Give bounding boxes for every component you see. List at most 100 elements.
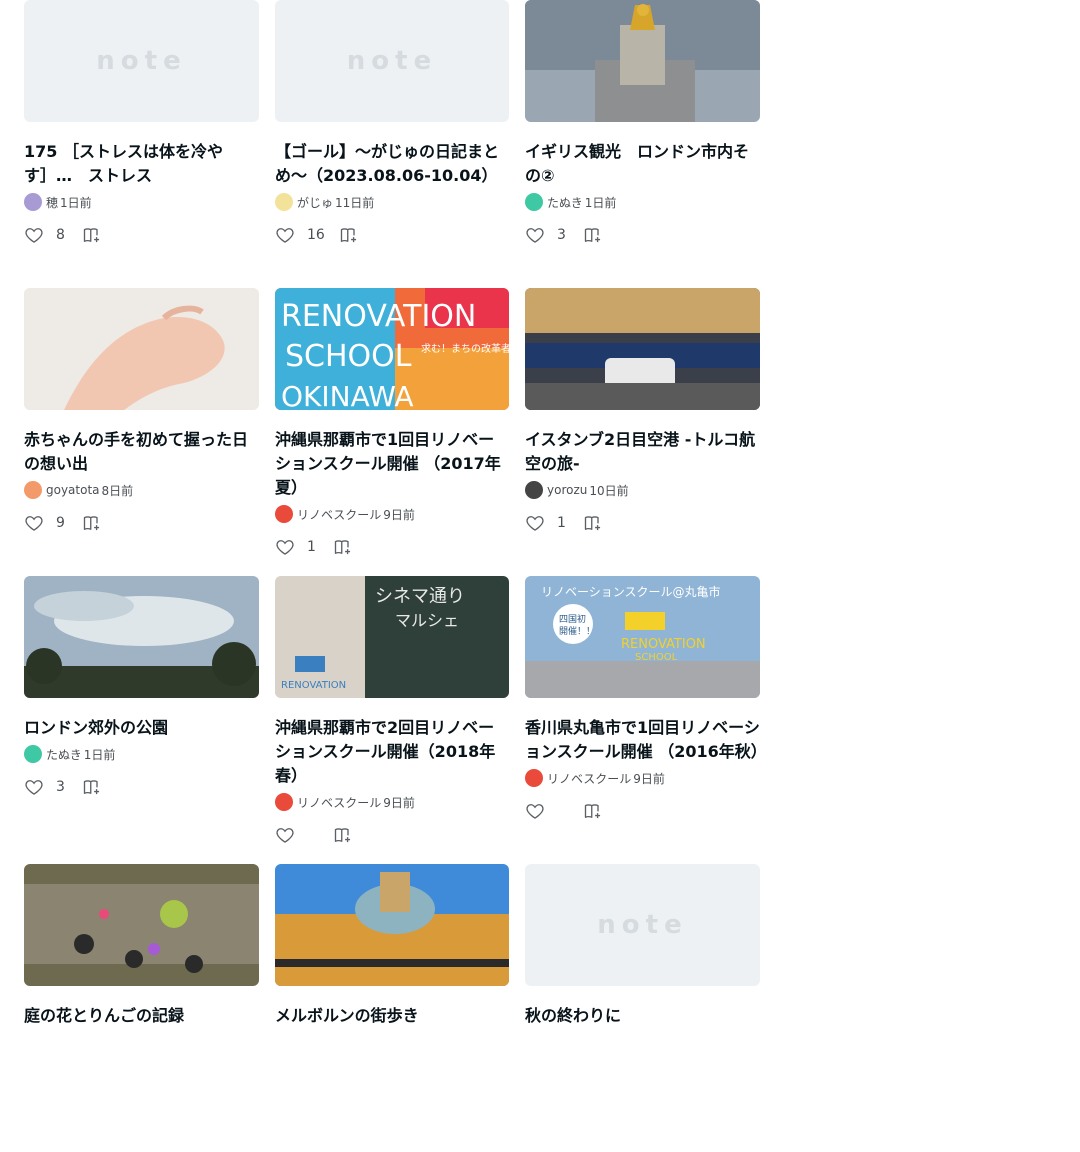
author-avatar[interactable] <box>525 481 543 499</box>
article-card[interactable]: RENOVATION SCHOOL OKINAWA 求む！まちの改革者 沖縄県那… <box>275 288 509 576</box>
article-thumbnail[interactable] <box>275 864 509 986</box>
article-actions <box>275 823 509 847</box>
post-time: 1日前 <box>584 195 617 210</box>
article-title[interactable]: 赤ちゃんの手を初めて握った日の想い出 <box>24 428 259 476</box>
article-thumbnail[interactable]: note <box>525 864 760 986</box>
article-thumbnail[interactable] <box>525 288 760 410</box>
heart-icon[interactable] <box>24 513 44 533</box>
article-card[interactable]: 庭の花とりんごの記録 <box>24 864 259 1152</box>
author-avatar[interactable] <box>525 193 543 211</box>
article-thumbnail[interactable]: note <box>24 0 259 122</box>
svg-text:四国初: 四国初 <box>559 613 586 625</box>
article-actions: 9 <box>24 511 259 535</box>
post-time: 11日前 <box>335 195 375 210</box>
article-thumbnail[interactable] <box>24 864 259 986</box>
author-avatar[interactable] <box>525 769 543 787</box>
author-name[interactable]: yorozu <box>547 483 587 497</box>
author-name[interactable]: たぬき <box>46 746 82 763</box>
article-thumbnail[interactable]: RENOVATION SCHOOL OKINAWA 求む！まちの改革者 <box>275 288 509 410</box>
author-name[interactable]: リノベスクール <box>297 506 381 523</box>
heart-icon[interactable] <box>525 513 545 533</box>
magazine-add-icon[interactable] <box>583 513 603 533</box>
article-title[interactable]: メルボルンの街歩き <box>275 1004 509 1028</box>
author-avatar[interactable] <box>24 481 42 499</box>
article-title[interactable]: 秋の終わりに <box>525 1004 760 1028</box>
post-time: 8日前 <box>101 483 134 498</box>
heart-icon[interactable] <box>275 825 295 845</box>
article-card[interactable]: シネマ通り マルシェ RENOVATION 沖縄県那覇市で2回目リノベーションス… <box>275 576 509 864</box>
article-meta: 穂 1日前 <box>24 193 259 211</box>
article-card[interactable]: リノベーションスクール@丸亀市 四国初 開催！！ RENOVATION SCHO… <box>525 576 760 864</box>
article-title[interactable]: イギリス観光 ロンドン市内その② <box>525 140 760 188</box>
magazine-add-icon[interactable] <box>82 225 102 245</box>
magazine-add-icon[interactable] <box>339 225 359 245</box>
article-title[interactable]: 沖縄県那覇市で2回目リノベーションスクール開催（2018年春） <box>275 716 509 788</box>
author-avatar[interactable] <box>24 193 42 211</box>
author-avatar[interactable] <box>275 505 293 523</box>
magazine-add-icon[interactable] <box>333 825 353 845</box>
article-title[interactable]: 庭の花とりんごの記録 <box>24 1004 259 1028</box>
article-thumbnail[interactable] <box>24 288 259 410</box>
article-card[interactable]: ロンドン郊外の公園 たぬき 1日前 3 <box>24 576 259 864</box>
article-thumbnail[interactable]: シネマ通り マルシェ RENOVATION <box>275 576 509 698</box>
author-name[interactable]: リノベスクール <box>547 770 631 787</box>
heart-icon[interactable] <box>275 537 295 557</box>
article-title[interactable]: 175 ［ストレスは体を冷やす］… ストレス <box>24 140 259 188</box>
heart-icon[interactable] <box>24 777 44 797</box>
like-count: 1 <box>307 539 316 555</box>
article-card[interactable]: note 秋の終わりに <box>525 864 760 1152</box>
article-meta: リノベスクール 9日前 <box>275 793 509 811</box>
magazine-add-icon[interactable] <box>333 537 353 557</box>
article-title[interactable]: ロンドン郊外の公園 <box>24 716 259 740</box>
svg-text:OKINAWA: OKINAWA <box>281 380 414 410</box>
like-count: 9 <box>56 515 65 531</box>
author-name[interactable]: たぬき <box>547 194 583 211</box>
article-card[interactable]: イスタンブ2日目空港 -トルコ航空の旅- yorozu 10日前 1 <box>525 288 760 576</box>
article-card[interactable]: note 175 ［ストレスは体を冷やす］… ストレス 穂 1日前 8 <box>24 0 259 288</box>
article-grid: note 175 ［ストレスは体を冷やす］… ストレス 穂 1日前 8 note… <box>24 0 760 1152</box>
article-thumbnail[interactable] <box>525 0 760 122</box>
article-meta: goyatota 8日前 <box>24 481 259 499</box>
author-name[interactable]: 穂 <box>46 194 58 211</box>
svg-text:RENOVATION: RENOVATION <box>281 299 476 334</box>
svg-text:シネマ通り: シネマ通り <box>375 586 465 607</box>
article-meta: がじゅ 11日前 <box>275 193 509 211</box>
heart-icon[interactable] <box>525 225 545 245</box>
heart-icon[interactable] <box>525 801 545 821</box>
author-name[interactable]: goyatota <box>46 483 100 497</box>
article-thumbnail[interactable]: note <box>275 0 509 122</box>
author-name[interactable]: リノベスクール <box>297 794 381 811</box>
heart-icon[interactable] <box>275 225 295 245</box>
article-thumbnail[interactable]: リノベーションスクール@丸亀市 四国初 開催！！ RENOVATION SCHO… <box>525 576 760 698</box>
like-count: 3 <box>557 227 566 243</box>
article-card[interactable]: note 【ゴール】〜がじゅの日記まとめ〜（2023.08.06-10.04） … <box>275 0 509 288</box>
article-thumbnail[interactable] <box>24 576 259 698</box>
magazine-add-icon[interactable] <box>82 513 102 533</box>
like-count: 16 <box>307 227 325 243</box>
magazine-add-icon[interactable] <box>583 225 603 245</box>
svg-text:RENOVATION: RENOVATION <box>621 637 706 652</box>
like-count: 1 <box>557 515 566 531</box>
post-time: 9日前 <box>633 771 665 786</box>
article-card[interactable]: 赤ちゃんの手を初めて握った日の想い出 goyatota 8日前 9 <box>24 288 259 576</box>
magazine-add-icon[interactable] <box>82 777 102 797</box>
author-avatar[interactable] <box>275 793 293 811</box>
author-avatar[interactable] <box>24 745 42 763</box>
article-card[interactable]: イギリス観光 ロンドン市内その② たぬき 1日前 3 <box>525 0 760 288</box>
magazine-add-icon[interactable] <box>583 801 603 821</box>
article-title[interactable]: 沖縄県那覇市で1回目リノベーションスクール開催 （2017年夏） <box>275 428 509 500</box>
article-title[interactable]: イスタンブ2日目空港 -トルコ航空の旅- <box>525 428 760 476</box>
author-name[interactable]: がじゅ <box>297 194 333 211</box>
article-meta: たぬき 1日前 <box>24 745 259 763</box>
heart-icon[interactable] <box>24 225 44 245</box>
article-meta: yorozu 10日前 <box>525 481 760 499</box>
article-title[interactable]: 香川県丸亀市で1回目リノベーションスクール開催 （2016年秋） <box>525 716 760 764</box>
article-actions: 16 <box>275 223 509 247</box>
placeholder-logo: note <box>96 46 187 76</box>
svg-text:求む！まちの改革者: 求む！まちの改革者 <box>421 342 509 355</box>
article-title[interactable]: 【ゴール】〜がじゅの日記まとめ〜（2023.08.06-10.04） <box>275 140 509 188</box>
author-avatar[interactable] <box>275 193 293 211</box>
article-card[interactable]: メルボルンの街歩き <box>275 864 509 1152</box>
placeholder-logo: note <box>597 910 688 940</box>
placeholder-logo: note <box>346 46 438 76</box>
